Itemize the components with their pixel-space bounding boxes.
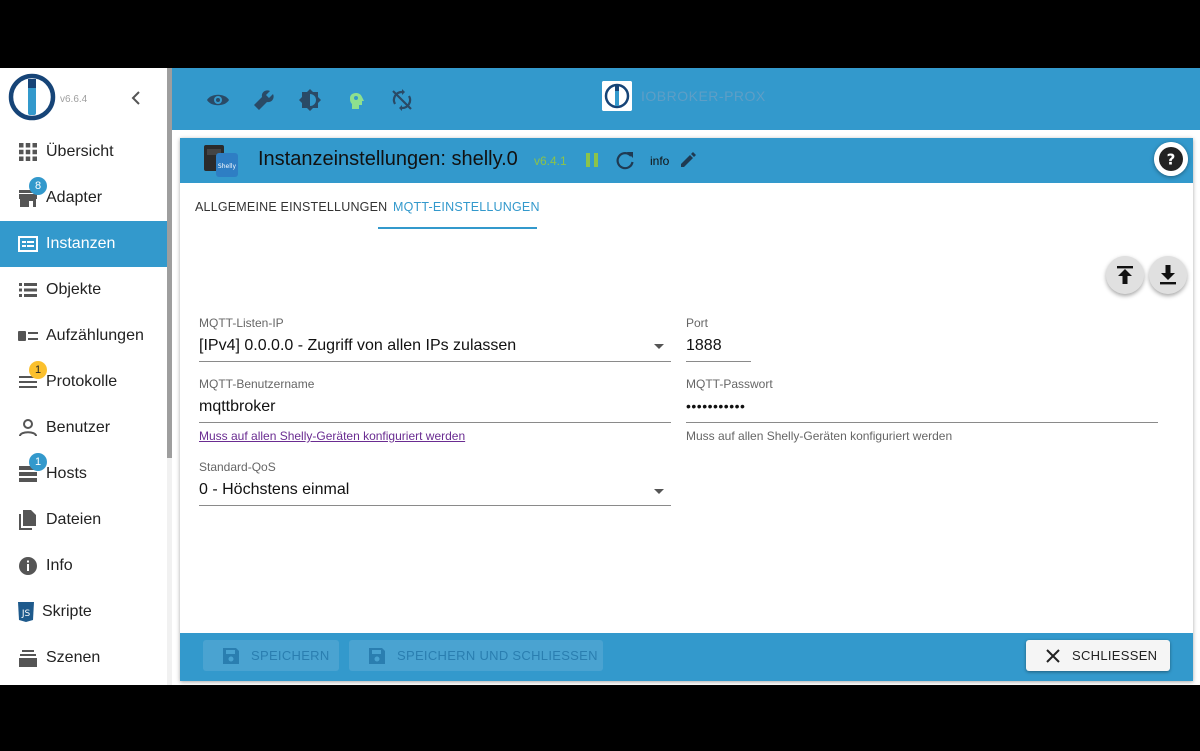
sidebar-item-protokolle[interactable]: 1 Protokolle: [0, 359, 167, 405]
listen-ip-select[interactable]: [IPv4] 0.0.0.0 - Zugriff von allen IPs z…: [199, 337, 516, 355]
sidebar-item-dateien[interactable]: Dateien: [0, 497, 167, 543]
chevron-down-icon[interactable]: [654, 344, 664, 349]
person-icon: [19, 419, 37, 437]
close-icon: [1046, 648, 1060, 663]
brightness-icon[interactable]: [298, 88, 322, 112]
save-floppy-icon: [369, 647, 385, 664]
svg-text:?: ?: [1167, 151, 1176, 169]
listen-ip-underline: [199, 361, 671, 362]
sidebar-item-label: Adapter: [46, 189, 103, 206]
password-label: MQTT-Passwort: [686, 377, 773, 391]
sidebar-item-label: Instanzen: [46, 235, 116, 252]
instance-settings-dialog: Shelly Instanzeinstellungen: shelly.0 v6…: [180, 138, 1193, 681]
password-input[interactable]: •••••••••••: [686, 398, 745, 414]
sidebar-item-label: Szenen: [46, 649, 101, 666]
sidebar-item-instanzen[interactable]: Instanzen: [0, 221, 167, 267]
close-button-label: SCHLIESSEN: [1072, 648, 1158, 663]
apps-grid-icon: [19, 143, 37, 161]
host-name[interactable]: IOBROKER-PROX: [641, 88, 766, 104]
adapter-update-badge: 8: [29, 177, 47, 195]
chevron-left-icon[interactable]: [128, 90, 144, 106]
shelly-adapter-icon: Shelly: [204, 145, 238, 177]
scenes-icon: [19, 650, 37, 667]
save-and-close-button[interactable]: SPEICHERN UND SCHLIESSEN: [349, 640, 603, 671]
username-helper-link[interactable]: Muss auf allen Shelly-Geräten konfigurie…: [199, 429, 465, 443]
chevron-down-icon[interactable]: [654, 489, 664, 494]
port-input[interactable]: 1888: [686, 337, 722, 355]
eye-icon[interactable]: [206, 88, 230, 112]
host-logo-icon[interactable]: [602, 81, 632, 111]
sidebar-item-hosts[interactable]: 1 Hosts: [0, 451, 167, 497]
sidebar-item-info[interactable]: Info: [0, 543, 167, 589]
log-level[interactable]: info: [650, 154, 669, 168]
qos-select[interactable]: 0 - Höchstens einmal: [199, 481, 349, 499]
javascript-icon: JS: [18, 602, 34, 622]
info-icon: [19, 557, 37, 575]
reload-icon[interactable]: [614, 150, 636, 172]
sidebar-item-label: Benutzer: [46, 419, 111, 436]
admin-version: v6.6.4: [60, 94, 88, 105]
sidebar-item-aufzaehlungen[interactable]: Aufzählungen: [0, 313, 167, 359]
sidebar-item-label: Aufzählungen: [46, 327, 144, 344]
upload-settings-icon[interactable]: [1106, 256, 1144, 294]
settings-tabs: ALLGEMEINE EINSTELLUNGEN MQTT-EINSTELLUN…: [180, 183, 1193, 229]
wrench-icon[interactable]: [252, 88, 276, 112]
sidebar-item-uebersicht[interactable]: Übersicht: [0, 129, 167, 175]
sidebar-item-skripte[interactable]: JS Skripte: [0, 589, 167, 635]
save-button-label: SPEICHERN: [251, 648, 330, 663]
tab-mqtt-einstellungen[interactable]: MQTT-EINSTELLUNGEN: [393, 200, 540, 214]
pause-icon[interactable]: [584, 151, 600, 169]
list-icon: [19, 283, 37, 297]
sidebar-item-label: Info: [46, 557, 73, 574]
adapter-version: v6.4.1: [534, 154, 567, 168]
sidebar-item-label: Dateien: [46, 511, 102, 528]
svg-text:JS: JS: [21, 609, 31, 619]
files-icon: [19, 510, 36, 530]
top-toolbar: IOBROKER-PROX: [172, 68, 1200, 130]
iobroker-logo[interactable]: [8, 73, 56, 121]
enum-icon: [18, 331, 38, 341]
tab-allgemeine-einstellungen[interactable]: ALLGEMEINE EINSTELLUNGEN: [195, 200, 387, 214]
sidebar-scrollbar[interactable]: [167, 68, 172, 685]
qos-label: Standard-QoS: [199, 460, 276, 474]
save-button[interactable]: SPEICHERN: [203, 640, 339, 671]
sidebar: v6.6.4 Übersicht 8 Adapter Instanzen Obj…: [0, 68, 167, 685]
edit-pencil-icon[interactable]: [678, 150, 698, 170]
port-label: Port: [686, 316, 709, 330]
sidebar-item-adapter[interactable]: 8 Adapter: [0, 175, 167, 221]
sidebar-item-szenen[interactable]: Szenen: [0, 635, 167, 681]
password-underline: [686, 422, 1158, 423]
username-label: MQTT-Benutzername: [199, 377, 315, 391]
save-floppy-icon: [223, 647, 239, 664]
hosts-badge: 1: [29, 453, 47, 471]
sidebar-item-label: Objekte: [46, 281, 102, 298]
username-input[interactable]: mqttbroker: [199, 398, 275, 416]
sync-disabled-icon[interactable]: [390, 88, 414, 112]
sidebar-item-benutzer[interactable]: Benutzer: [0, 405, 167, 451]
sidebar-item-label: Hosts: [46, 465, 87, 482]
close-button[interactable]: SCHLIESSEN: [1026, 640, 1170, 671]
port-underline: [686, 361, 751, 362]
username-underline: [199, 422, 671, 423]
sidebar-item-label: Protokolle: [46, 373, 118, 390]
save-and-close-label: SPEICHERN UND SCHLIESSEN: [397, 648, 598, 663]
log-warning-badge: 1: [29, 361, 47, 379]
svg-text:Shelly: Shelly: [218, 163, 237, 170]
listen-ip-label: MQTT-Listen-IP: [199, 316, 284, 330]
expert-head-icon[interactable]: [344, 88, 368, 112]
dialog-footer: SPEICHERN SPEICHERN UND SCHLIESSEN SCHLI…: [180, 633, 1193, 681]
dialog-header: Shelly Instanzeinstellungen: shelly.0 v6…: [180, 138, 1193, 183]
download-settings-icon[interactable]: [1149, 256, 1187, 294]
tab-indicator: [378, 227, 537, 229]
app-window: v6.6.4 Übersicht 8 Adapter Instanzen Obj…: [0, 68, 1200, 685]
password-helper-text: Muss auf allen Shelly-Geräten konfigurie…: [686, 429, 953, 443]
dialog-title: Instanzeinstellungen: shelly.0: [258, 148, 518, 170]
sidebar-item-label: Übersicht: [46, 143, 114, 160]
help-icon[interactable]: ?: [1154, 142, 1188, 176]
instances-icon: [18, 236, 38, 252]
sidebar-item-label: Skripte: [42, 603, 92, 620]
sidebar-item-objekte[interactable]: Objekte: [0, 267, 167, 313]
qos-underline: [199, 505, 671, 506]
